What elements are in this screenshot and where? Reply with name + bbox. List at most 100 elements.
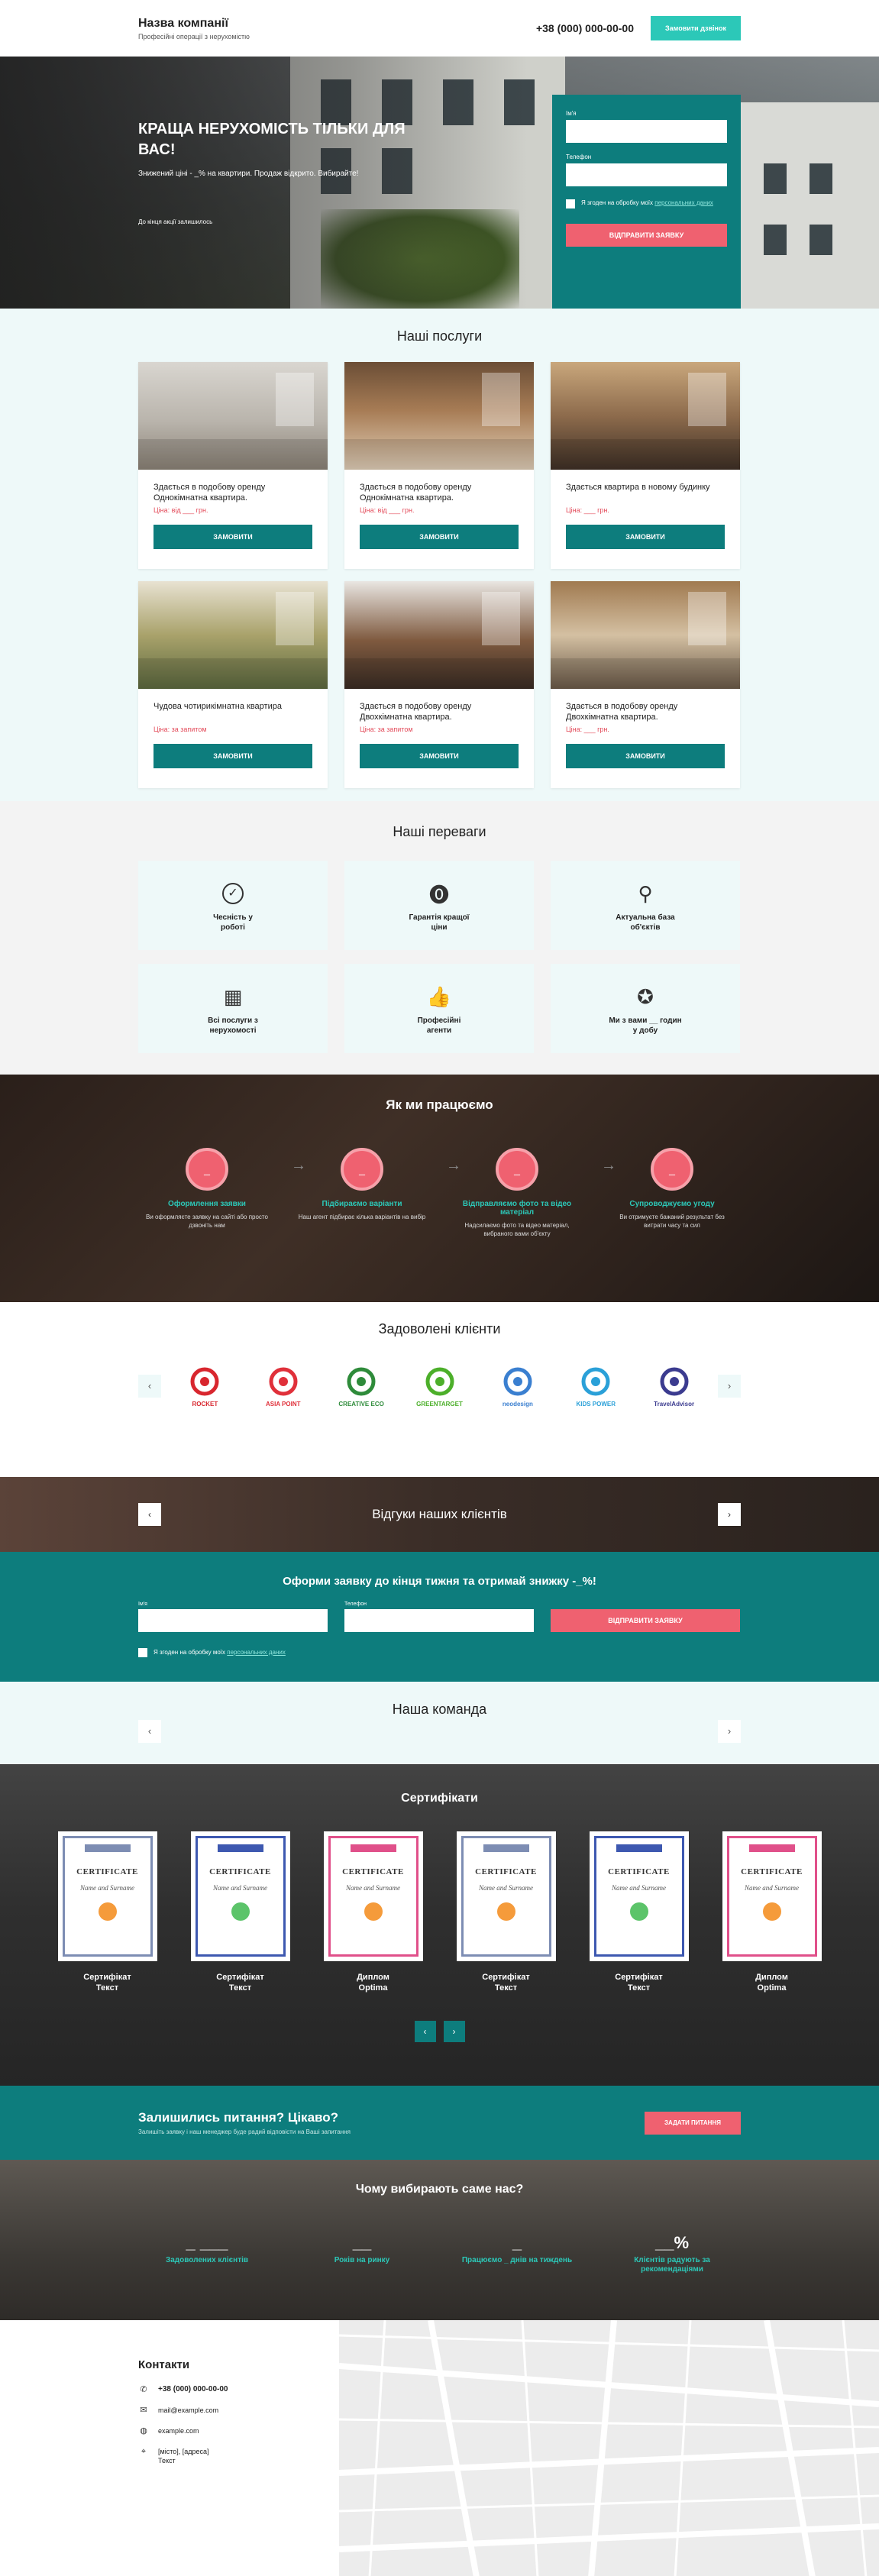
client-logo-name: ROCKET: [192, 1400, 218, 1408]
team-prev-button[interactable]: ‹: [138, 1720, 161, 1743]
advantage-text: Всі послуги з нерухомості: [208, 1017, 258, 1035]
reviews-prev-button[interactable]: ‹: [138, 1503, 161, 1526]
thumbs-up-icon: 👍: [426, 984, 452, 1008]
certificate-card[interactable]: CERTIFICATE Name and Surname Сертифікат …: [456, 1831, 556, 1993]
stat-value: _ ___: [186, 2233, 228, 2252]
seal-icon: [762, 1902, 781, 1921]
discount-name-input[interactable]: [138, 1609, 328, 1632]
order-button[interactable]: ЗАМОВИТИ: [566, 744, 725, 768]
map[interactable]: [339, 2320, 879, 2576]
apartment-photo: [138, 362, 328, 470]
certificate-name: Name and Surname: [612, 1884, 666, 1892]
reviews-next-button[interactable]: ›: [717, 1503, 741, 1526]
stat-label: Працюємо _ днів на тиждень: [461, 2256, 573, 2264]
order-button[interactable]: ЗАМОВИТИ: [360, 744, 519, 768]
ask-question-button[interactable]: ЗАДАТИ ПИТАННЯ: [645, 2111, 741, 2135]
stat-item: __% Клієнтів радують за рекомендаціями: [603, 2233, 741, 2274]
certificate-heading: CERTIFICATE: [209, 1867, 271, 1876]
certificate-card[interactable]: CERTIFICATE Name and Surname Сертифікат …: [190, 1831, 290, 1993]
hero-subtitle: Знижений ціні - _% на квартири. Продаж в…: [138, 170, 359, 178]
team-next-button[interactable]: ›: [718, 1720, 741, 1743]
reviews-section: ‹ Відгуки наших клієнтів ›: [0, 1477, 879, 1552]
client-logo: ASIA POINT: [249, 1366, 318, 1408]
discount-phone-input[interactable]: [344, 1609, 534, 1632]
window-shape: [688, 373, 726, 426]
contact-phone-row[interactable]: ✆ +38 (000) 000-00-00: [138, 2385, 228, 2394]
phone-label: Телефон: [566, 154, 592, 160]
client-logo-name: TravelAdvisor: [654, 1400, 695, 1408]
why-us-section: Чому вибирають саме нас? _ ___ Задоволен…: [0, 2160, 879, 2320]
service-price: Ціна: за запитом: [154, 726, 207, 733]
consent-checkbox[interactable]: [566, 199, 575, 208]
contacts-title: Контакти: [138, 2358, 190, 2371]
advantages-section: Наші переваги ✓ Чесність у роботі ⓿ Гаран…: [0, 801, 879, 1075]
certificates-prev-button[interactable]: ‹: [414, 2021, 436, 2042]
discount-title: Оформи заявку до кінця тижня та отримай …: [283, 1575, 596, 1588]
floor-shadow: [551, 658, 740, 689]
certificate-card[interactable]: CERTIFICATE Name and Surname Сертифікат …: [57, 1831, 157, 1993]
step-title: Відправляємо фото та відео матеріал: [462, 1200, 572, 1217]
globe-icon: ◍: [140, 2426, 147, 2435]
client-logo-mark: [658, 1366, 690, 1398]
certificate-label: Сертифікат Текст: [615, 1973, 663, 1993]
order-button[interactable]: ЗАМОВИТИ: [154, 744, 312, 768]
process-step: _ Відправляємо фото та відео матеріал На…: [448, 1148, 616, 1238]
service-card: Чудова чотирикімнатна квартира Ціна: за …: [138, 581, 328, 788]
service-price: Ціна: ___ грн.: [566, 726, 609, 733]
client-logo-graphic: [503, 1367, 532, 1395]
certificate-image: CERTIFICATE Name and Surname: [456, 1831, 556, 1961]
service-title: Здається в подобову оренду Однокімнатна …: [154, 483, 266, 503]
discount-consent-checkbox[interactable]: [138, 1648, 147, 1657]
name-input[interactable]: [566, 120, 727, 143]
certificate-card[interactable]: CERTIFICATE Name and Surname Диплом Opti…: [323, 1831, 423, 1993]
contact-site-row[interactable]: ◍ example.com: [138, 2426, 228, 2435]
service-title: Здається в подобову оренду Двохкімнатна …: [360, 702, 472, 722]
discount-privacy-link[interactable]: персональних даних: [227, 1649, 286, 1656]
services-title: Наші послуги: [396, 328, 483, 344]
order-button[interactable]: ЗАМОВИТИ: [360, 525, 519, 549]
hero-form: Ім'я Телефон Я згоден на обробку моїх пе…: [552, 95, 741, 309]
questions-subtitle: Залишіть заявку і наш менеджер буде ради…: [138, 2128, 351, 2135]
contact-email-row[interactable]: ✉ mail@example.com: [138, 2406, 228, 2415]
floor-shadow: [138, 439, 328, 470]
how-we-work-section: Як ми працюємо _ Оформлення заявки Ви оф…: [0, 1075, 879, 1302]
service-title: Здається в подобову оренду Однокімнатна …: [360, 483, 472, 503]
step-description: Надсилаємо фото та відео матеріал, вибра…: [464, 1222, 570, 1237]
privacy-link[interactable]: персональних даних: [654, 199, 713, 206]
stat-item: __ Років на ринку: [293, 2233, 431, 2274]
window-shape: [482, 373, 520, 426]
certificate-frame: CERTIFICATE Name and Surname: [195, 1836, 286, 1957]
floor-shadow: [551, 439, 740, 470]
certificate-heading: CERTIFICATE: [76, 1867, 138, 1876]
advantage-item: 👍 Професійні агенти: [344, 964, 534, 1053]
step-title: Підбираємо варіанти: [322, 1200, 402, 1208]
brand[interactable]: Назва компанії Професійні операції з нер…: [138, 17, 250, 40]
service-card: Здається в подобову оренду Однокімнатна …: [344, 362, 534, 569]
certificates-next-button[interactable]: ›: [443, 2021, 465, 2042]
order-button[interactable]: ЗАМОВИТИ: [154, 525, 312, 549]
discount-submit-button[interactable]: ВІДПРАВИТИ ЗАЯВКУ: [551, 1609, 740, 1632]
client-logo-mark: [267, 1366, 299, 1398]
phone-icon: ✆: [140, 2385, 147, 2394]
site-header: Назва компанії Професійні операції з нер…: [0, 0, 879, 57]
certificate-card[interactable]: CERTIFICATE Name and Surname Сертифікат …: [589, 1831, 689, 1993]
discount-consent-row: Я згоден на обробку моїх персональних да…: [138, 1647, 741, 1657]
window-shape: [276, 373, 314, 426]
advantage-item: ✓ Чесність у роботі: [138, 861, 328, 950]
clients-prev-button[interactable]: ‹: [138, 1375, 161, 1398]
client-logo-graphic: [581, 1367, 610, 1395]
submit-request-button[interactable]: ВІДПРАВИТИ ЗАЯВКУ: [566, 224, 727, 247]
certificate-frame: CERTIFICATE Name and Surname: [593, 1836, 684, 1957]
clients-next-button[interactable]: ›: [718, 1375, 741, 1398]
header-phone[interactable]: +38 (000) 000-00-00: [536, 22, 634, 34]
callback-button[interactable]: Замовити дзвінок: [651, 16, 741, 40]
contacts-section: Контакти ✆ +38 (000) 000-00-00 ✉ mail@ex…: [0, 2320, 879, 2576]
certificate-card[interactable]: CERTIFICATE Name and Surname Диплом Opti…: [722, 1831, 822, 1993]
phone-input[interactable]: [566, 163, 727, 186]
team-title: Наша команда: [392, 1702, 487, 1717]
client-logo: CREATIVE ECO: [327, 1366, 396, 1408]
apartment-photo: [344, 581, 534, 689]
apartment-photo: [344, 362, 534, 470]
stat-label: Років на ринку: [334, 2256, 390, 2264]
order-button[interactable]: ЗАМОВИТИ: [566, 525, 725, 549]
